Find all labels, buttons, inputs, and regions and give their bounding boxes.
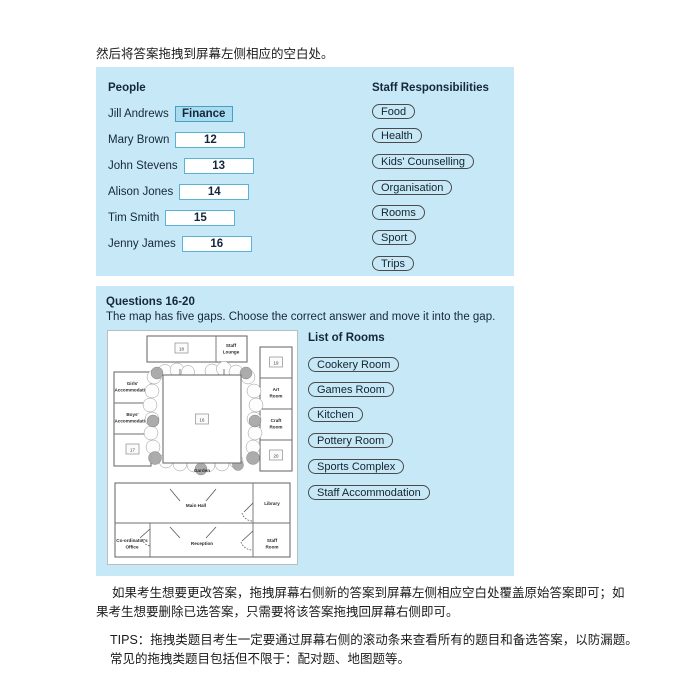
room-option-pill[interactable]: Staff Accommodation (308, 485, 430, 500)
matching-task-panel: People Staff Responsibilities Jill Andre… (96, 67, 514, 276)
map-label-staff-lounge-l2: Lounge (223, 350, 240, 355)
person-name: Mary Brown (108, 134, 170, 146)
map-label-garden: Garden (194, 468, 210, 473)
responsibility-option-pill[interactable]: Rooms (372, 205, 425, 220)
map-right-wing: 19 Art Room Craft Room 20 (259, 346, 293, 472)
answer-slot-empty[interactable]: 16 (181, 236, 252, 252)
intro-instruction: 然后将答案拖拽到屏幕左侧相应的空白处。 (96, 47, 334, 61)
person-row: Mary Brown 12 (108, 131, 246, 149)
map-instruction-text: The map has five gaps. Choose the correc… (106, 311, 496, 323)
person-name: Jenny James (108, 238, 176, 250)
map-label-reception: Reception (191, 541, 213, 546)
map-label-art-room-l1: Art (273, 387, 280, 392)
map-label-staff-lounge-l1: Staff (226, 343, 237, 348)
map-label-coordinator-l2: Office (125, 545, 138, 550)
map-top-building: 18 Staff Lounge (146, 335, 248, 363)
people-column-heading: People (108, 82, 146, 94)
map-label-craft-room-l2: Room (269, 425, 282, 430)
map-label-craft-room-l1: Craft (271, 418, 282, 423)
rooms-list-heading: List of Rooms (308, 332, 385, 344)
person-name: John Stevens (108, 160, 178, 172)
room-option-pill[interactable]: Cookery Room (308, 357, 400, 372)
responsibility-option-pill[interactable]: Food (372, 104, 416, 119)
map-label-staff-room-l2: Room (265, 545, 278, 550)
responsibility-option-pill[interactable]: Organisation (372, 180, 453, 195)
closing-paragraph-3: 常见的拖拽类题目包括但不限于：配对题、地图题等。 (110, 652, 411, 666)
camp-site-map[interactable]: 18 Staff Lounge Girls' Accommodation Boy… (107, 330, 298, 565)
person-row: Jenny James 16 (108, 235, 252, 253)
person-row: Tim Smith 15 (108, 209, 236, 227)
responsibilities-column-heading: Staff Responsibilities (372, 82, 489, 94)
answer-slot-filled[interactable]: Finance (174, 106, 233, 122)
person-name: Tim Smith (108, 212, 160, 224)
map-gap-20-number: 20 (274, 453, 279, 458)
map-label-boys-l1: Boys' (126, 412, 138, 417)
map-gap-17-number: 17 (130, 447, 135, 452)
responsibility-option-pill[interactable]: Kids' Counselling (372, 154, 475, 169)
answer-slot-empty[interactable]: 12 (175, 132, 246, 148)
closing-paragraph-tips: TIPS：拖拽类题目考生一定要通过屏幕右侧的滚动条来查看所有的题目和备选答案，以… (110, 633, 638, 647)
closing-paragraph-1: 如果考生想要更改答案，拖拽屏幕右侧新的答案到屏幕左侧相应空白处覆盖原始答案即可；… (96, 586, 625, 619)
person-name: Alison Jones (108, 186, 174, 198)
map-label-main-hall: Main Hall (186, 503, 206, 508)
room-option-pill[interactable]: Kitchen (308, 407, 363, 422)
map-label-girls-l1: Girls' (127, 381, 139, 386)
map-gap-19-number: 19 (274, 360, 279, 365)
map-label-coordinator-l1: Co-ordinator's (116, 538, 148, 543)
document-page: 然后将答案拖拽到屏幕左侧相应的空白处。 People Staff Respons… (0, 0, 685, 681)
person-row: Alison Jones 14 (108, 183, 250, 201)
responsibility-option-pill[interactable]: Trips (372, 256, 415, 271)
map-gap-16-number: 16 (200, 417, 205, 422)
person-row: Jill Andrews Finance (108, 105, 233, 123)
responsibility-option-pill[interactable]: Health (372, 128, 422, 143)
answer-slot-empty[interactable]: 13 (183, 158, 254, 174)
map-label-library: Library (264, 501, 280, 506)
person-row: John Stevens 13 (108, 157, 254, 175)
room-option-pill[interactable]: Games Room (308, 382, 394, 397)
map-gap-18-number: 18 (179, 346, 184, 351)
map-bottom-building: Main Hall Library Co-ordinator's Office … (114, 482, 291, 558)
room-option-pill[interactable]: Pottery Room (308, 433, 394, 448)
map-label-staff-room-l1: Staff (267, 538, 278, 543)
room-option-pill[interactable]: Sports Complex (308, 459, 405, 474)
answer-slot-empty[interactable]: 15 (165, 210, 236, 226)
map-courtyard: 16 Garden (162, 369, 242, 473)
map-task-panel: Questions 16-20 The map has five gaps. C… (96, 286, 514, 576)
responsibility-option-pill[interactable]: Sport (372, 230, 417, 245)
questions-range-title: Questions 16-20 (106, 296, 195, 308)
person-name: Jill Andrews (108, 108, 169, 120)
answer-slot-empty[interactable]: 14 (179, 184, 250, 200)
map-label-art-room-l2: Room (269, 394, 282, 399)
